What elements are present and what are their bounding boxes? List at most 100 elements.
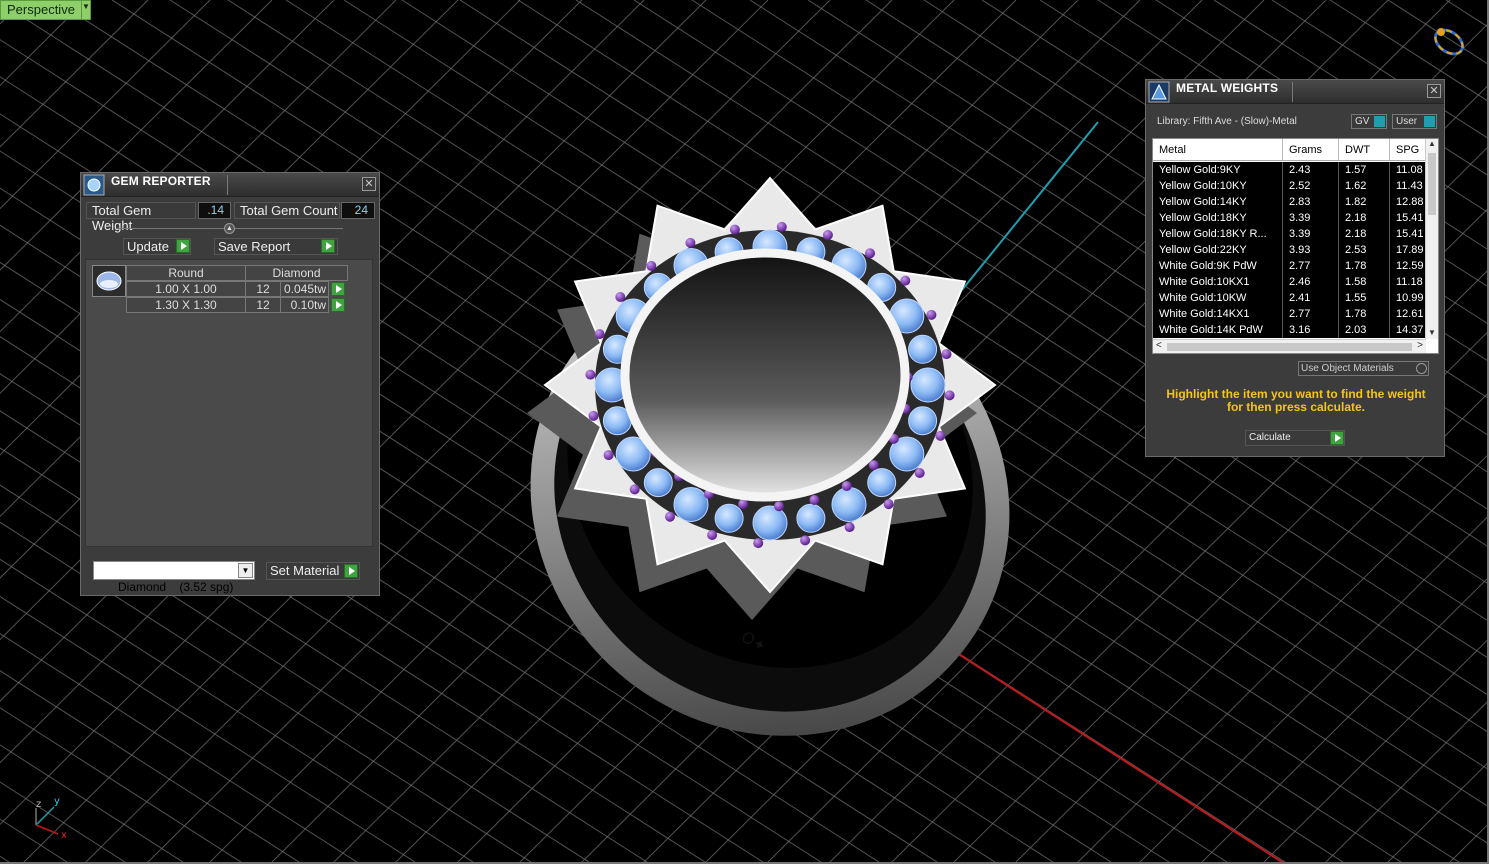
material-select-value: Diamond (3.52 spg) <box>118 580 234 594</box>
gem-row-count[interactable]: 12 <box>245 297 281 313</box>
gem-reporter-title: GEM REPORTER <box>111 173 211 188</box>
center-opening <box>620 248 910 502</box>
set-material-arrow-icon[interactable] <box>344 564 358 578</box>
metal-cell: 2.46 <box>1283 274 1339 290</box>
calculate-button-label: Calculate <box>1249 432 1291 443</box>
metal-row[interactable]: White Gold:10KW 2.41 1.55 10.99 <box>1153 290 1426 306</box>
use-object-materials-toggle[interactable]: Use Object Materials <box>1298 361 1429 376</box>
metal-cell: 12.59 <box>1396 260 1424 272</box>
scrollbar-thumb[interactable] <box>1428 153 1436 215</box>
gem-reporter-titlebar[interactable]: GEM REPORTER ✕ <box>81 173 379 197</box>
metal-cell: 2.53 <box>1339 242 1390 258</box>
metal-cell: 12.61 <box>1396 308 1424 320</box>
vertical-scrollbar[interactable]: ▲ ▼ <box>1425 139 1438 339</box>
set-material-button-label: Set Material <box>270 563 340 578</box>
metal-cell: White Gold:10KW <box>1153 290 1283 306</box>
metal-cell: 2.77 <box>1283 306 1339 322</box>
metal-row[interactable]: Yellow Gold:18KY 3.39 2.18 15.41 <box>1153 210 1426 226</box>
library-label: Library: Fifth Ave - (Slow)-Metal <box>1157 116 1297 127</box>
metal-cell: 2.41 <box>1283 290 1339 306</box>
scroll-up-icon[interactable]: ▲ <box>1426 139 1438 148</box>
radio-icon <box>1416 363 1427 374</box>
scroll-left-icon[interactable]: < <box>1156 340 1162 351</box>
calculate-hint: Highlight the item you want to find the … <box>1166 387 1426 414</box>
metal-cell: 1.58 <box>1339 274 1390 290</box>
metal-row[interactable]: Yellow Gold:10KY 2.52 1.62 11.43 <box>1153 178 1426 194</box>
metal-cell: White Gold:9K PdW <box>1153 258 1283 274</box>
metal-cell: 2.03 <box>1339 322 1390 338</box>
col-dwt-header[interactable]: DWT <box>1339 139 1390 161</box>
metal-row[interactable]: White Gold:10KX1 2.46 1.58 11.18 <box>1153 274 1426 290</box>
viewport-mode-label: Perspective <box>0 0 82 20</box>
metal-cell: Yellow Gold:10KY <box>1153 178 1283 194</box>
collapse-handle-icon[interactable]: ▲ <box>224 223 235 234</box>
metal-cell: 1.78 <box>1339 258 1390 274</box>
metal-cell: Yellow Gold:18KY R... <box>1153 226 1283 242</box>
navigation-ring-icon[interactable] <box>1428 20 1470 62</box>
metal-cell: 2.52 <box>1283 178 1339 194</box>
scrollbar-thumb[interactable] <box>1167 343 1412 351</box>
metal-cell: 2.18 <box>1339 210 1390 226</box>
horizontal-scrollbar[interactable]: < > <box>1153 339 1426 353</box>
gv-toggle-label: GV <box>1355 116 1370 127</box>
metal-cell: 1.78 <box>1339 306 1390 322</box>
metal-cell: 2.77 <box>1283 258 1339 274</box>
metal-cell: 1.82 <box>1339 194 1390 210</box>
user-toggle[interactable]: User <box>1392 114 1437 129</box>
metal-row[interactable]: White Gold:14K PdW 3.16 2.03 14.37 <box>1153 322 1426 338</box>
material-select[interactable]: Diamond (3.52 spg) ▼ <box>93 561 255 594</box>
metal-cell: 2.83 <box>1283 194 1339 210</box>
axis-y-label: y <box>54 796 60 807</box>
metal-rows: Yellow Gold:9KY 2.43 1.57 11.08 Yellow Gold:… <box>1153 162 1426 338</box>
user-toggle-label: User <box>1396 116 1418 127</box>
calculate-arrow-icon[interactable] <box>1330 431 1344 445</box>
metal-row[interactable]: White Gold:9K PdW 2.77 1.78 12.59 <box>1153 258 1426 274</box>
gem-row-size[interactable]: 1.00 X 1.00 <box>126 281 246 297</box>
metal-cell: 11.08 <box>1396 164 1423 176</box>
gv-toggle[interactable]: GV <box>1351 114 1387 129</box>
metal-cell: Yellow Gold:14KY <box>1153 194 1283 210</box>
gem-row-select-icon[interactable] <box>331 282 345 296</box>
save-report-button[interactable]: Save Report <box>214 238 338 255</box>
metal-weights-titlebar[interactable]: METAL WEIGHTS ✕ <box>1146 80 1444 104</box>
metal-table-header: Metal Grams DWT SPG <box>1153 139 1426 161</box>
gem-row-count[interactable]: 12 <box>245 281 281 297</box>
metal-cell: 11.43 <box>1396 180 1423 192</box>
update-arrow-icon[interactable] <box>176 239 190 253</box>
gem-row-select-icon[interactable] <box>331 298 345 312</box>
close-icon[interactable]: ✕ <box>1427 84 1441 98</box>
scroll-right-icon[interactable]: > <box>1417 340 1423 351</box>
metal-cell: 2.18 <box>1339 226 1390 242</box>
metal-row[interactable]: Yellow Gold:9KY 2.43 1.57 11.08 <box>1153 162 1426 178</box>
col-grams-header[interactable]: Grams <box>1283 139 1339 161</box>
chevron-down-icon[interactable]: ▼ <box>238 563 253 578</box>
save-report-arrow-icon[interactable] <box>321 239 335 253</box>
axis-tripod-icon: z y x <box>35 796 67 840</box>
metal-cell: 2.43 <box>1283 162 1339 178</box>
close-icon[interactable]: ✕ <box>362 177 376 191</box>
metal-cell: White Gold:10KX1 <box>1153 274 1283 290</box>
metal-cell: 3.16 <box>1283 322 1339 338</box>
gem-row-weight[interactable]: 0.10tw <box>280 297 329 313</box>
gem-row-weight[interactable]: 0.045tw <box>280 281 329 297</box>
metal-cell: 14.37 <box>1396 324 1424 336</box>
metal-row[interactable]: White Gold:14KX1 2.77 1.78 12.61 <box>1153 306 1426 322</box>
metal-cell: 17.89 <box>1396 244 1424 256</box>
gem-row-size[interactable]: 1.30 X 1.30 <box>126 297 246 313</box>
metal-row[interactable]: Yellow Gold:18KY R... 3.39 2.18 15.41 <box>1153 226 1426 242</box>
update-button-label: Update <box>127 239 169 254</box>
metal-cell: White Gold:14K PdW <box>1153 322 1283 338</box>
metal-row[interactable]: Yellow Gold:14KY 2.83 1.82 12.88 <box>1153 194 1426 210</box>
viewport-mode-button[interactable]: Perspective ▼ <box>0 0 91 20</box>
chevron-down-icon[interactable]: ▼ <box>81 0 91 20</box>
col-spg-header[interactable]: SPG <box>1390 139 1426 161</box>
col-metal-header[interactable]: Metal <box>1153 139 1283 161</box>
metal-cell: Yellow Gold:9KY <box>1153 162 1283 178</box>
metal-table[interactable]: Metal Grams DWT SPG Yellow Gold:9KY 2.43 1… <box>1152 138 1439 354</box>
gem-list-area[interactable]: Round Diamond 1.00 X 1.00 12 0.045tw 1.3… <box>85 259 373 547</box>
metal-cell: 3.93 <box>1283 242 1339 258</box>
scroll-down-icon[interactable]: ▼ <box>1426 328 1438 337</box>
metal-row[interactable]: Yellow Gold:22KY 3.93 2.53 17.89 <box>1153 242 1426 258</box>
metal-cell: Yellow Gold:18KY <box>1153 210 1283 226</box>
gem-material-header: Diamond <box>245 265 348 281</box>
